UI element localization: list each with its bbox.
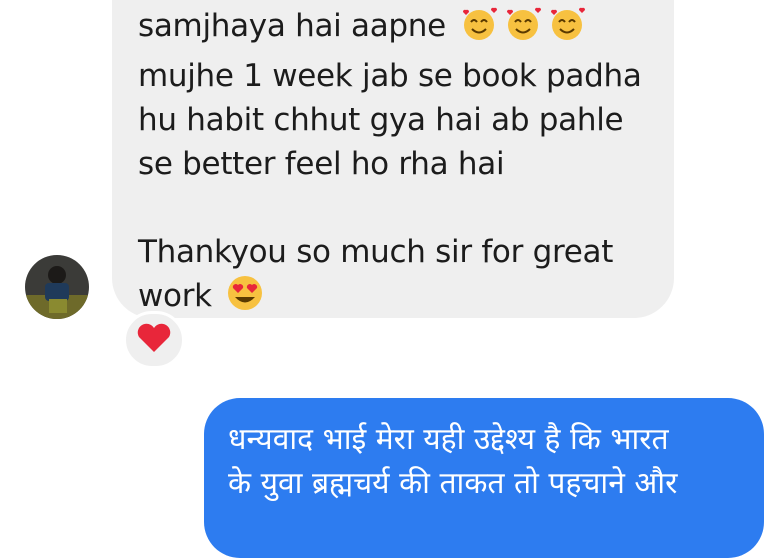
message-line: samjhaya hai aapne [138, 4, 654, 54]
outgoing-message-bubble[interactable]: धन्यवाद भाई मेरा यही उद्देश्य है कि भारत… [204, 398, 764, 558]
message-line: धन्यवाद भाई मेरा यही उद्देश्य है कि भारत [228, 422, 669, 457]
message-line: se better feel ho rha hai [138, 146, 505, 182]
message-line: work [138, 274, 654, 324]
incoming-message-bubble[interactable]: samjhaya hai aapne mujhe 1 week jab se b… [112, 0, 674, 318]
smiling-face-with-hearts-icon [503, 6, 543, 54]
smiling-face-with-hearts-icon [459, 6, 499, 54]
avatar[interactable] [25, 255, 89, 319]
message-line: Thankyou so much sir for great [138, 234, 614, 270]
message-line: hu habit chhut gya hai ab pahle [138, 102, 624, 138]
message-line: mujhe 1 week jab se book padha [138, 58, 642, 94]
message-line: के युवा ब्रह्मचर्य की ताकत तो पहचाने और [228, 466, 678, 501]
heart-eyes-icon [225, 274, 265, 324]
smiling-face-with-hearts-icon [547, 6, 587, 54]
red-heart-icon [136, 322, 172, 358]
reaction-badge[interactable] [123, 311, 185, 369]
